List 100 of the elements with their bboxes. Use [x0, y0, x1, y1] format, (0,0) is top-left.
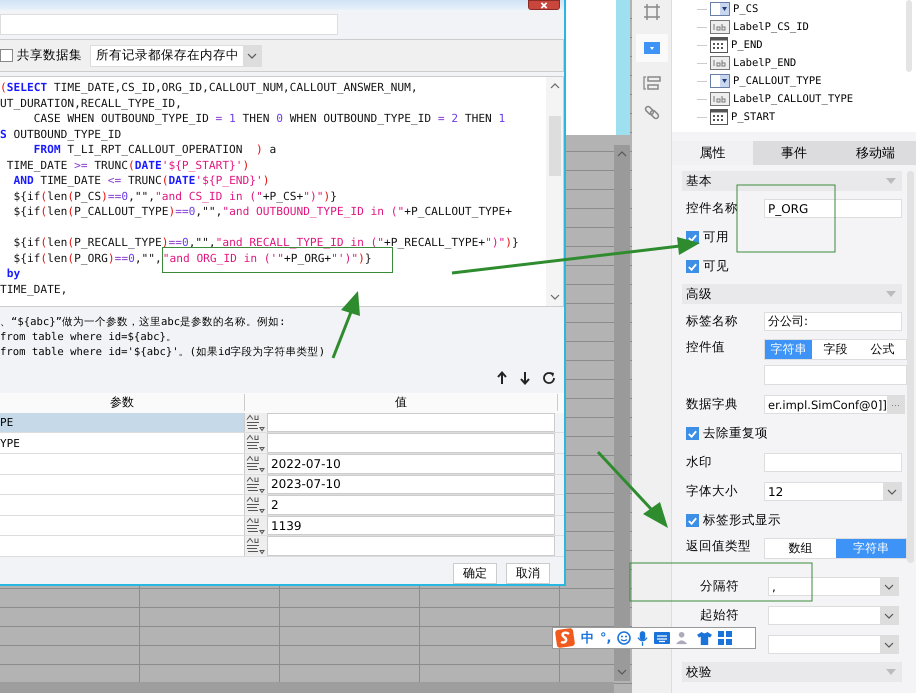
property-label: 分隔符	[699, 578, 740, 595]
toolbar-button[interactable]	[636, 34, 668, 62]
close-icon	[539, 2, 549, 8]
value-field[interactable]: 2022-07-10	[267, 454, 555, 474]
table-cell[interactable]	[0, 474, 245, 494]
property-label: 水印	[685, 454, 713, 471]
scrollbar[interactable]	[906, 0, 912, 72]
tab[interactable]: 事件	[753, 141, 835, 165]
property-label: 控件名称	[685, 200, 739, 217]
caret-down-icon	[886, 291, 896, 297]
chevron-up-icon[interactable]	[617, 151, 627, 157]
tree-item[interactable]: P_START	[731, 111, 776, 123]
label-icon	[710, 56, 730, 70]
type-icon[interactable]	[245, 433, 267, 452]
link-icon[interactable]	[644, 104, 660, 120]
column-header: 参数	[0, 394, 245, 412]
dictionary-field[interactable]: er.impl.SimConf@0]]	[765, 398, 887, 412]
caret-down-icon	[886, 178, 896, 184]
value-field[interactable]: 2	[267, 495, 555, 515]
close-button[interactable]	[528, 0, 560, 10]
value-field[interactable]	[267, 433, 555, 454]
text-field[interactable]: 分公司:	[764, 312, 902, 331]
smiley-icon[interactable]	[617, 631, 632, 645]
shirt-icon[interactable]	[697, 632, 712, 644]
dropdown[interactable]: ,	[768, 577, 899, 596]
chevron-up-icon[interactable]	[550, 83, 560, 90]
scrollbar[interactable]	[614, 145, 630, 681]
keyboard-icon[interactable]	[654, 632, 670, 644]
value-field[interactable]	[267, 536, 555, 556]
section-header[interactable]: 校验	[682, 662, 902, 682]
table-cell[interactable]: PE	[0, 412, 245, 432]
dropdown[interactable]: 12	[764, 482, 902, 501]
calendar-icon	[710, 109, 728, 125]
text-field[interactable]: P_ORG	[764, 199, 902, 218]
table-cell[interactable]	[0, 516, 245, 536]
arrow-up-icon[interactable]	[496, 371, 508, 386]
code-line: ${if(len(P_CS)==0,"","and CS_ID in ("+P_CS+")")}	[12, 190, 337, 203]
code-line: CASE WHEN OUTBOUND_TYPE_ID = 1 THEN 0 WHEN OUTBOUND_TYPE_ID = 2 THEN 1	[32, 112, 506, 126]
value-field[interactable]	[267, 412, 555, 432]
type-icon[interactable]	[245, 454, 267, 474]
checkbox[interactable]	[686, 260, 699, 273]
dialog-button[interactable]: 取消	[506, 563, 550, 584]
type-icon[interactable]	[245, 516, 267, 535]
scrollbar[interactable]	[907, 171, 914, 563]
help-text: 、“${abc}”做为一个参数，这里abc是参数的名称。例如:	[0, 314, 286, 330]
table-cell[interactable]: YPE	[0, 433, 245, 454]
property-label: 返回值类型	[685, 538, 752, 555]
checkbox[interactable]	[686, 427, 699, 440]
tree-item[interactable]: P_CALLOUT_TYPE	[733, 75, 822, 87]
checkbox[interactable]	[686, 514, 699, 527]
browse-button[interactable]: ···	[886, 396, 904, 413]
tree-item[interactable]: LabelP_END	[733, 57, 796, 69]
text-field[interactable]	[764, 453, 902, 472]
type-icon[interactable]	[245, 536, 267, 556]
grid-icon[interactable]	[718, 631, 732, 645]
refresh-icon[interactable]	[542, 371, 556, 386]
arrow-down-icon[interactable]	[519, 371, 531, 386]
tab[interactable]: 移动端	[834, 141, 916, 165]
horizontal-scrollbar[interactable]	[0, 682, 614, 693]
checkbox-label: 共享数据集	[17, 47, 82, 64]
frame-icon[interactable]	[644, 4, 660, 20]
checkbox-label: 去除重复项	[703, 425, 768, 442]
type-icon[interactable]	[245, 412, 267, 432]
chevron-down-icon[interactable]	[617, 669, 627, 675]
input-mode-button[interactable]: 中	[581, 629, 594, 647]
scrollbar[interactable]	[546, 77, 563, 306]
table-cell[interactable]	[0, 454, 245, 474]
storage-mode-dropdown[interactable]: 所有记录都保存在内存中	[90, 44, 262, 67]
layout-icon[interactable]	[642, 76, 660, 90]
dropdown-icon	[644, 42, 660, 54]
tree-item[interactable]: P_END	[731, 39, 763, 51]
tree-item[interactable]: P_CS	[733, 3, 758, 15]
highlighted-code: "and ORG_ID in ('"+P_ORG+"')")}	[162, 246, 393, 274]
chevron-down-icon[interactable]	[550, 294, 560, 300]
value-field[interactable]: 1139	[267, 516, 555, 536]
table-cell[interactable]	[0, 536, 245, 556]
punctuation-button[interactable]: °,	[600, 630, 612, 646]
checkbox-label: 可用	[703, 229, 729, 246]
type-icon[interactable]	[245, 495, 267, 514]
section-header[interactable]: 高级	[682, 284, 902, 304]
section-header[interactable]: 基本	[682, 171, 902, 191]
microphone-icon[interactable]	[637, 630, 648, 646]
code-line: S OUTBOUND_TYPE_ID	[0, 128, 122, 141]
sql-editor[interactable]	[0, 76, 564, 307]
value-field[interactable]: 2023-07-10	[267, 474, 555, 494]
help-text: from table where id=${abc}。	[0, 330, 177, 345]
name-field[interactable]	[0, 14, 338, 35]
code-line: by	[6, 267, 20, 280]
dialog-button[interactable]: 确定	[453, 563, 497, 584]
chevron-down-icon	[884, 612, 894, 618]
code-line: AND TIME_DATE <= TRUNC(DATE'${P_END}')	[12, 174, 270, 188]
checkbox[interactable]	[0, 49, 13, 62]
column-header: 值	[245, 394, 558, 412]
tree-item[interactable]: LabelP_CS_ID	[733, 21, 809, 33]
logo-icon[interactable]	[555, 628, 575, 648]
type-icon[interactable]	[245, 474, 267, 494]
tree-item[interactable]: LabelP_CALLOUT_TYPE	[733, 93, 854, 105]
table-cell[interactable]	[0, 495, 245, 515]
value-field[interactable]	[764, 365, 907, 385]
chevron-down-icon	[247, 52, 257, 59]
